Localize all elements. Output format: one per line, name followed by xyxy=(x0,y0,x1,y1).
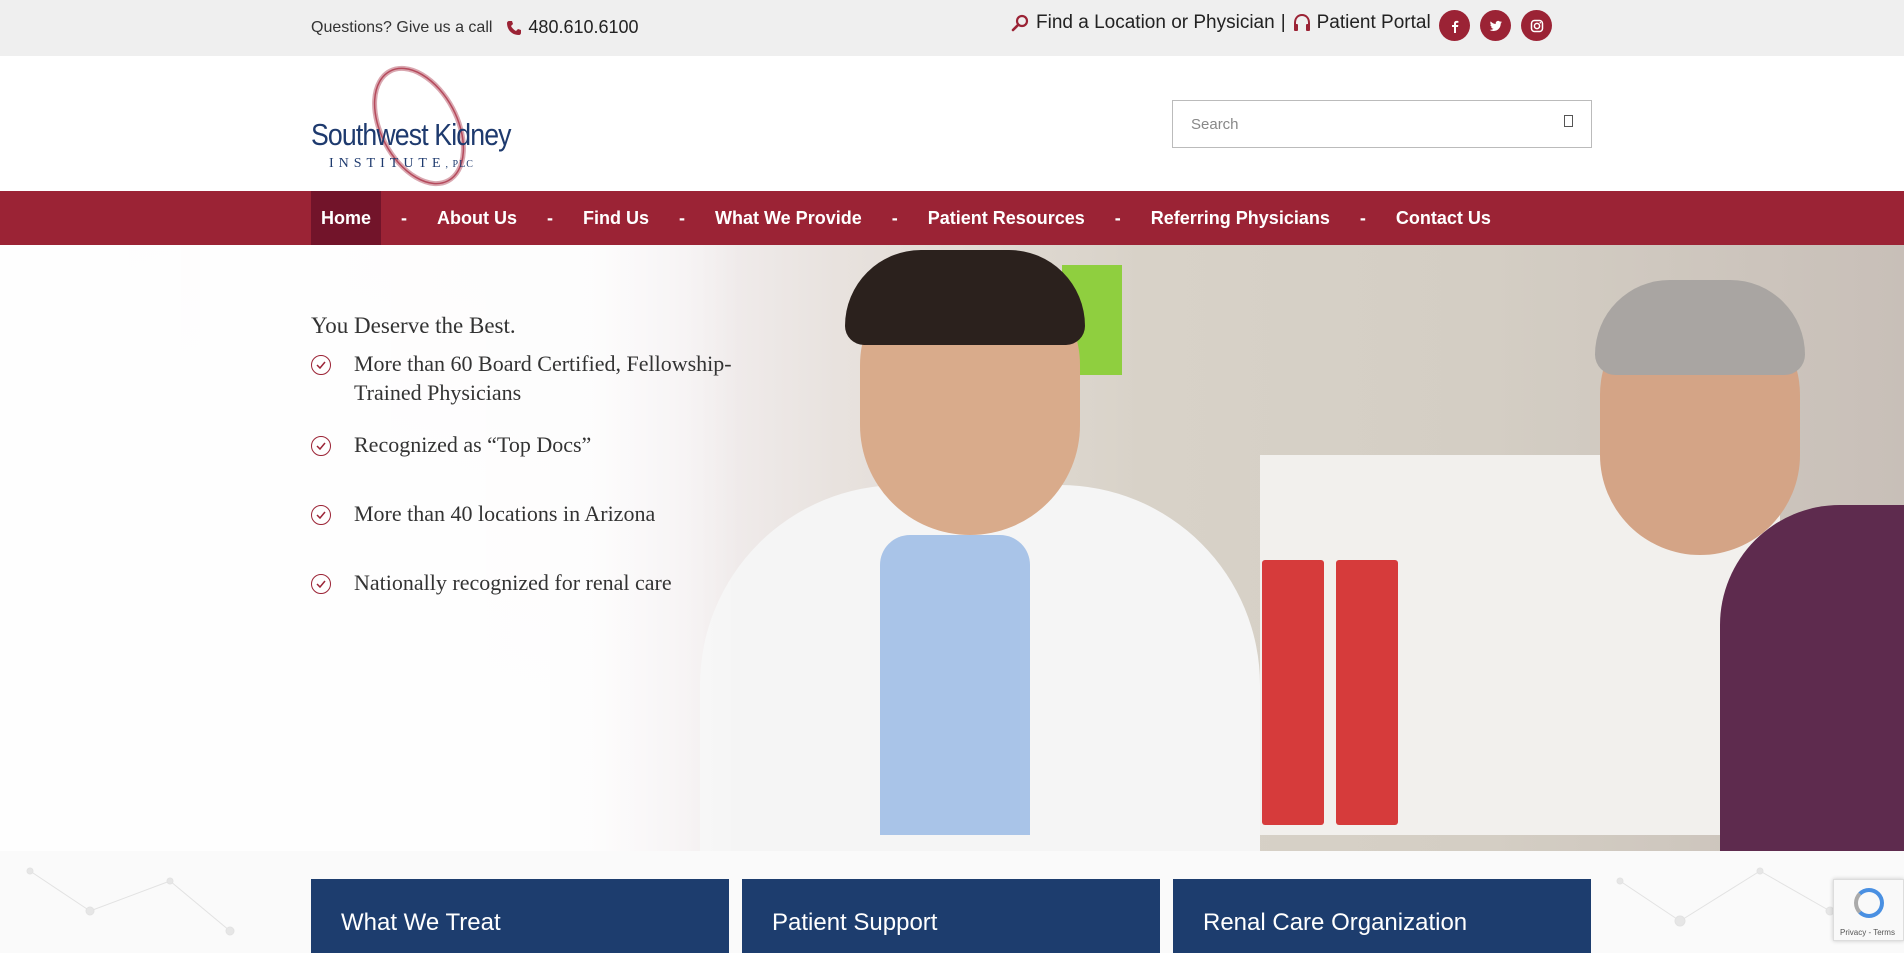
link-separator: | xyxy=(1280,12,1286,33)
hero-point: Recognized as “Top Docs” xyxy=(311,430,794,459)
call-info: Questions? Give us a call 480.610.6100 xyxy=(311,17,639,38)
nav-separator: - xyxy=(891,207,898,228)
check-circle-icon xyxy=(311,574,331,594)
call-prompt: Questions? Give us a call xyxy=(311,18,493,36)
hero-binder-image xyxy=(1336,560,1398,825)
hero-point-text: Nationally recognized for renal care xyxy=(354,570,672,595)
check-circle-icon xyxy=(311,355,331,375)
hero-point: More than 60 Board Certified, Fellowship… xyxy=(311,349,794,407)
top-links: Find a Location or Physician | Patient P… xyxy=(1011,12,1431,34)
recaptcha-badge[interactable]: Privacy - Terms xyxy=(1833,879,1904,941)
nav-item-about-us[interactable]: About Us xyxy=(427,191,527,245)
phone-number-link[interactable]: 480.610.6100 xyxy=(528,17,638,38)
nav-item-find-us[interactable]: Find Us xyxy=(573,191,659,245)
recaptcha-label: Privacy - Terms xyxy=(1840,928,1895,937)
logo-name: Southwest Kidney xyxy=(311,117,512,152)
search-input[interactable] xyxy=(1173,101,1543,147)
search-box xyxy=(1172,100,1592,148)
nav-separator: - xyxy=(679,207,686,228)
card-title: What We Treat xyxy=(341,909,501,936)
hero-doctor-hair-image xyxy=(845,250,1085,345)
patient-portal-link[interactable]: Patient Portal xyxy=(1317,12,1431,34)
hero-banner: You Deserve the Best. More than 60 Board… xyxy=(0,245,1904,851)
hero-point: More than 40 locations in Arizona xyxy=(311,499,794,528)
search-icon xyxy=(1011,13,1031,33)
nav-separator: - xyxy=(1359,207,1366,228)
card-patient-support[interactable]: Patient Support xyxy=(742,879,1160,953)
hero-point-text: More than 60 Board Certified, Fellowship… xyxy=(354,351,732,405)
twitter-icon[interactable] xyxy=(1480,10,1511,41)
hero-point-text: Recognized as “Top Docs” xyxy=(354,432,592,457)
hero-binder-image xyxy=(1262,560,1324,825)
site-logo[interactable]: Southwest Kidney INSTITUTE, PLC xyxy=(311,60,531,188)
hero-point: Nationally recognized for renal care xyxy=(311,568,794,597)
hero-doctor-shirt-image xyxy=(880,535,1030,835)
site-header: Southwest Kidney INSTITUTE, PLC xyxy=(0,56,1904,191)
nav-separator: - xyxy=(1114,207,1121,228)
nav-item-patient-resources[interactable]: Patient Resources xyxy=(918,191,1095,245)
card-what-we-treat[interactable]: What We Treat xyxy=(311,879,729,953)
check-circle-icon xyxy=(311,505,331,525)
nav-item-what-we-provide[interactable]: What We Provide xyxy=(705,191,872,245)
nav-separator: - xyxy=(401,207,408,228)
top-bar: Questions? Give us a call 480.610.6100 F… xyxy=(0,0,1904,56)
nav-item-contact-us[interactable]: Contact Us xyxy=(1386,191,1501,245)
card-renal-care-organization[interactable]: Renal Care Organization xyxy=(1173,879,1591,953)
logo-institute: INSTITUTE xyxy=(329,156,446,171)
hero-patient-image xyxy=(1720,505,1904,851)
social-links xyxy=(1439,10,1552,41)
headphones-icon xyxy=(1292,13,1312,33)
logo-subtitle: INSTITUTE, PLC xyxy=(329,156,474,172)
phone-icon xyxy=(506,20,522,36)
nav-separator: - xyxy=(547,207,554,228)
search-submit-button[interactable] xyxy=(1564,115,1573,127)
logo-plc: , PLC xyxy=(445,159,474,170)
nav-item-referring-physicians[interactable]: Referring Physicians xyxy=(1141,191,1340,245)
feature-section: What We Treat Patient Support Renal Care… xyxy=(0,851,1904,953)
card-title: Renal Care Organization xyxy=(1203,909,1468,936)
facebook-icon[interactable] xyxy=(1439,10,1470,41)
recaptcha-icon xyxy=(1854,888,1884,918)
instagram-icon[interactable] xyxy=(1521,10,1552,41)
card-title: Patient Support xyxy=(772,909,938,936)
nav-item-home[interactable]: Home xyxy=(311,191,382,245)
hero-heading: You Deserve the Best. xyxy=(311,313,516,338)
hero-point-text: More than 40 locations in Arizona xyxy=(354,501,656,526)
find-location-link[interactable]: Find a Location or Physician xyxy=(1036,12,1275,34)
hero-patient-hair-image xyxy=(1595,280,1805,375)
main-nav: Home - About Us - Find Us - What We Prov… xyxy=(0,191,1904,245)
check-circle-icon xyxy=(311,436,331,456)
